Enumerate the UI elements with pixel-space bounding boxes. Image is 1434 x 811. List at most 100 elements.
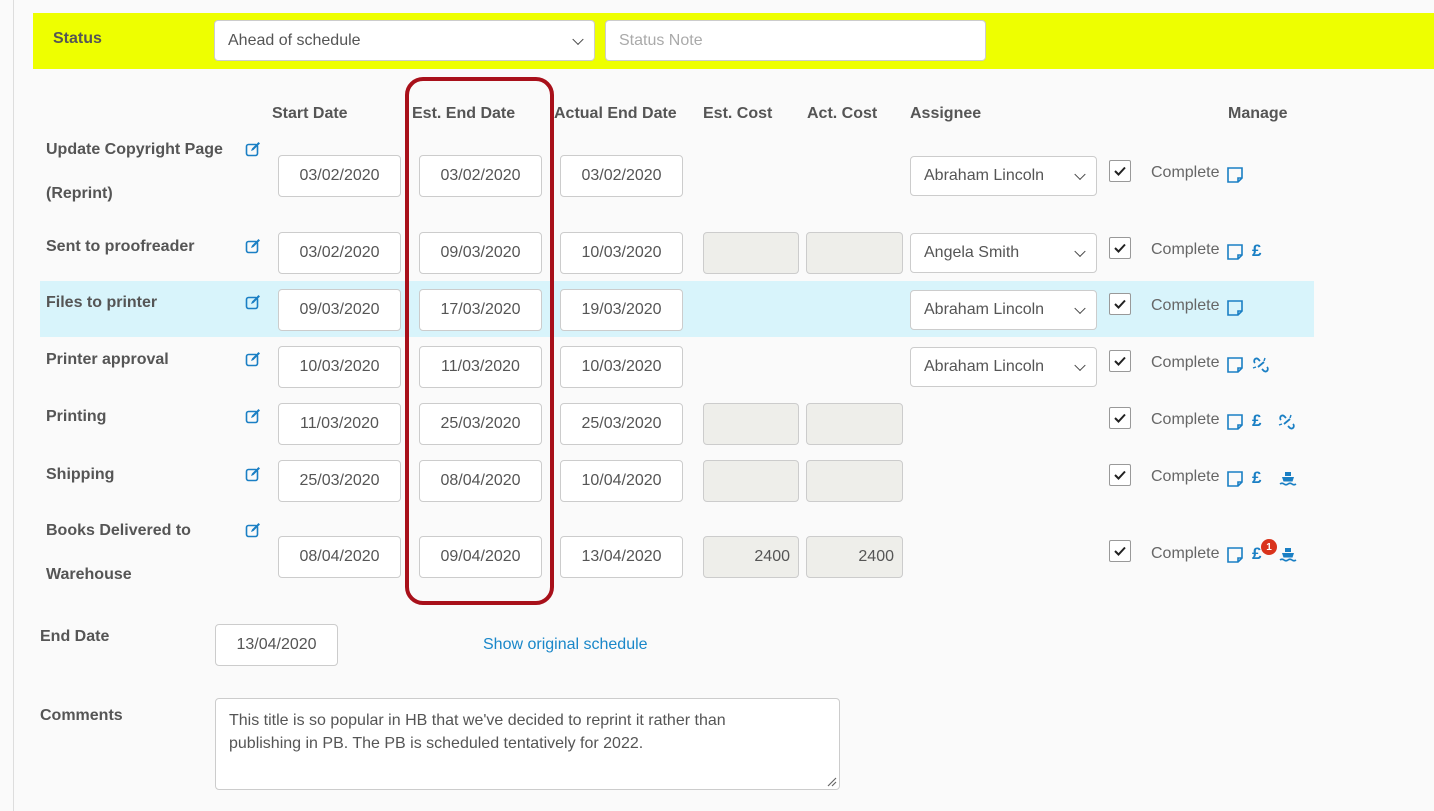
complete-checkbox[interactable] — [1109, 160, 1131, 182]
complete-checkbox[interactable] — [1109, 293, 1131, 315]
chevron-down-icon — [1074, 302, 1086, 315]
est-cost-input[interactable] — [703, 403, 799, 445]
assignee-select[interactable]: Abraham Lincoln — [910, 347, 1097, 387]
actual-end-date-input[interactable]: 03/02/2020 — [560, 155, 683, 197]
show-original-schedule-link[interactable]: Show original schedule — [483, 636, 648, 654]
status-selected-value: Ahead of schedule — [228, 31, 361, 49]
edit-icon[interactable] — [245, 466, 261, 482]
complete-checkbox[interactable] — [1109, 350, 1131, 372]
complete-checkbox[interactable] — [1109, 237, 1131, 259]
start-date-input[interactable]: 09/03/2020 — [278, 289, 401, 331]
col-start-date: Start Date — [272, 105, 348, 122]
est-cost-input[interactable]: 2400 — [703, 536, 799, 578]
est-end-date-input[interactable]: 09/03/2020 — [419, 232, 542, 274]
assignee-value: Abraham Lincoln — [924, 358, 1045, 375]
edit-icon[interactable] — [245, 351, 261, 367]
start-date-input[interactable]: 25/03/2020 — [278, 460, 401, 502]
task-name: Printer approval — [46, 351, 169, 368]
chevron-down-icon — [1074, 245, 1086, 258]
act-cost-input[interactable]: 2400 — [806, 536, 903, 578]
assignee-value: Abraham Lincoln — [924, 167, 1045, 184]
est-cost-input[interactable] — [703, 460, 799, 502]
status-select[interactable]: Ahead of schedule — [214, 20, 595, 61]
col-est-cost: Est. Cost — [703, 105, 773, 122]
chevron-down-icon — [572, 33, 584, 45]
est-end-date-input[interactable]: 09/04/2020 — [419, 536, 542, 578]
resize-grip-icon[interactable] — [825, 775, 837, 787]
col-manage: Manage — [1228, 105, 1288, 122]
act-cost-input[interactable] — [806, 232, 903, 274]
actual-end-date-input[interactable]: 10/03/2020 — [560, 232, 683, 274]
edit-icon[interactable] — [245, 408, 261, 424]
act-cost-input[interactable] — [806, 403, 903, 445]
end-date-label: End Date — [40, 628, 110, 645]
edit-icon[interactable] — [245, 522, 261, 538]
task-name: Printing — [46, 408, 107, 425]
start-date-input[interactable]: 03/02/2020 — [278, 232, 401, 274]
est-end-date-input[interactable]: 11/03/2020 — [419, 346, 542, 388]
complete-checkbox[interactable] — [1109, 407, 1131, 429]
end-date-input[interactable]: 13/04/2020 — [215, 624, 338, 666]
actual-end-date-input[interactable]: 25/03/2020 — [560, 403, 683, 445]
checkmark-icon — [1114, 546, 1126, 556]
checkmark-icon — [1114, 356, 1126, 366]
complete-label: Complete — [1151, 411, 1220, 428]
status-label: Status — [53, 30, 102, 47]
note-icon[interactable] — [1226, 470, 1244, 488]
comments-line: publishing in PB. The PB is scheduled te… — [229, 735, 644, 752]
est-cost-input[interactable] — [703, 232, 799, 274]
actual-end-date-input[interactable]: 10/04/2020 — [560, 460, 683, 502]
note-icon[interactable] — [1226, 243, 1244, 261]
act-cost-input[interactable] — [806, 460, 903, 502]
note-icon[interactable] — [1226, 413, 1244, 431]
edit-icon[interactable] — [245, 238, 261, 254]
est-end-date-input[interactable]: 17/03/2020 — [419, 289, 542, 331]
start-date-input[interactable]: 10/03/2020 — [278, 346, 401, 388]
col-actual-end-date: Actual End Date — [554, 105, 677, 122]
complete-label: Complete — [1151, 468, 1220, 485]
comments-label: Comments — [40, 707, 123, 724]
actual-end-date-input[interactable]: 13/04/2020 — [560, 536, 683, 578]
status-note-input[interactable]: Status Note — [605, 20, 986, 61]
note-icon[interactable] — [1226, 166, 1244, 184]
task-name: Update Copyright Page — [46, 141, 223, 158]
complete-label: Complete — [1151, 354, 1220, 371]
checkmark-icon — [1114, 299, 1126, 309]
assignee-select[interactable]: Abraham Lincoln — [910, 156, 1097, 196]
checkmark-icon — [1114, 166, 1126, 176]
est-end-date-input[interactable]: 08/04/2020 — [419, 460, 542, 502]
ship-icon[interactable] — [1279, 545, 1297, 563]
complete-checkbox[interactable] — [1109, 464, 1131, 486]
chevron-down-icon — [1074, 359, 1086, 372]
comments-textarea[interactable]: This title is so popular in HB that we'v… — [215, 698, 840, 790]
ship-icon[interactable] — [1279, 469, 1297, 487]
edit-icon[interactable] — [245, 141, 261, 157]
assignee-select[interactable]: Abraham Lincoln — [910, 290, 1097, 330]
col-est-end-date: Est. End Date — [412, 105, 516, 122]
est-end-date-input[interactable]: 03/02/2020 — [419, 155, 542, 197]
edit-icon[interactable] — [245, 294, 261, 310]
unlink-icon[interactable] — [1252, 356, 1270, 374]
start-date-input[interactable]: 11/03/2020 — [278, 403, 401, 445]
col-act-cost: Act. Cost — [807, 105, 878, 122]
notification-badge: 1 — [1261, 539, 1277, 555]
note-icon[interactable] — [1226, 356, 1244, 374]
task-name: Files to printer — [46, 294, 158, 311]
actual-end-date-input[interactable]: 19/03/2020 — [560, 289, 683, 331]
note-icon[interactable] — [1226, 546, 1244, 564]
pound-currency-icon[interactable]: £ — [1252, 241, 1261, 261]
complete-checkbox[interactable] — [1109, 540, 1131, 562]
complete-label: Complete — [1151, 164, 1220, 181]
start-date-input[interactable]: 03/02/2020 — [278, 155, 401, 197]
assignee-select[interactable]: Angela Smith — [910, 233, 1097, 273]
pound-currency-icon[interactable]: £ — [1252, 468, 1261, 488]
start-date-input[interactable]: 08/04/2020 — [278, 536, 401, 578]
complete-label: Complete — [1151, 545, 1220, 562]
checkmark-icon — [1114, 413, 1126, 423]
task-name-continued: (Reprint) — [46, 185, 113, 202]
note-icon[interactable] — [1226, 299, 1244, 317]
pound-currency-icon[interactable]: £ — [1252, 411, 1261, 431]
unlink-icon[interactable] — [1278, 413, 1296, 431]
actual-end-date-input[interactable]: 10/03/2020 — [560, 346, 683, 388]
est-end-date-input[interactable]: 25/03/2020 — [419, 403, 542, 445]
